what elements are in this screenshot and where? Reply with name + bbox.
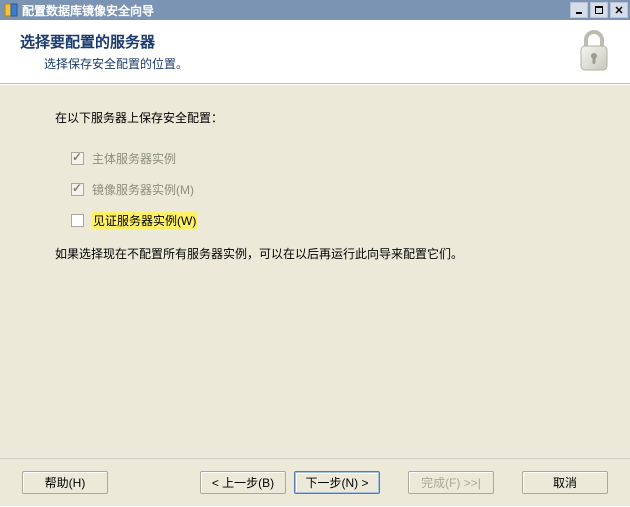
label-principal: 主体服务器实例 (92, 150, 176, 167)
close-button[interactable] (610, 2, 628, 18)
app-icon (4, 3, 18, 17)
window-title: 配置数据库镜像安全向导 (22, 2, 568, 19)
wizard-header: 选择要配置的服务器 选择保存安全配置的位置。 (0, 20, 630, 84)
wizard-footer: 帮助(H) < 上一步(B) 下一步(N) > 完成(F) >>| 取消 (0, 458, 630, 506)
option-mirror: 镜像服务器实例(M) (71, 181, 610, 198)
page-subtitle: 选择保存安全配置的位置。 (20, 55, 574, 72)
window-controls (568, 2, 628, 18)
checkbox-principal (71, 152, 84, 165)
intro-text: 在以下服务器上保存安全配置： (55, 109, 610, 126)
next-button[interactable]: 下一步(N) > (294, 471, 380, 494)
minimize-button[interactable] (570, 2, 588, 18)
wizard-content: 在以下服务器上保存安全配置： 主体服务器实例 镜像服务器实例(M) 见证服务器实… (0, 84, 630, 458)
page-title: 选择要配置的服务器 (20, 31, 574, 52)
option-witness[interactable]: 见证服务器实例(W) (71, 212, 610, 229)
maximize-button[interactable] (590, 2, 608, 18)
back-button[interactable]: < 上一步(B) (200, 471, 286, 494)
checkbox-witness[interactable] (71, 214, 84, 227)
note-text: 如果选择现在不配置所有服务器实例，可以在以后再运行此向导来配置它们。 (55, 245, 610, 262)
help-button[interactable]: 帮助(H) (22, 471, 108, 494)
cancel-button[interactable]: 取消 (522, 471, 608, 494)
title-bar: 配置数据库镜像安全向导 (0, 0, 630, 20)
lock-icon (574, 28, 614, 76)
checkbox-mirror (71, 183, 84, 196)
label-mirror: 镜像服务器实例(M) (92, 181, 194, 198)
finish-button: 完成(F) >>| (408, 471, 494, 494)
option-principal: 主体服务器实例 (71, 150, 610, 167)
label-witness: 见证服务器实例(W) (92, 212, 197, 229)
